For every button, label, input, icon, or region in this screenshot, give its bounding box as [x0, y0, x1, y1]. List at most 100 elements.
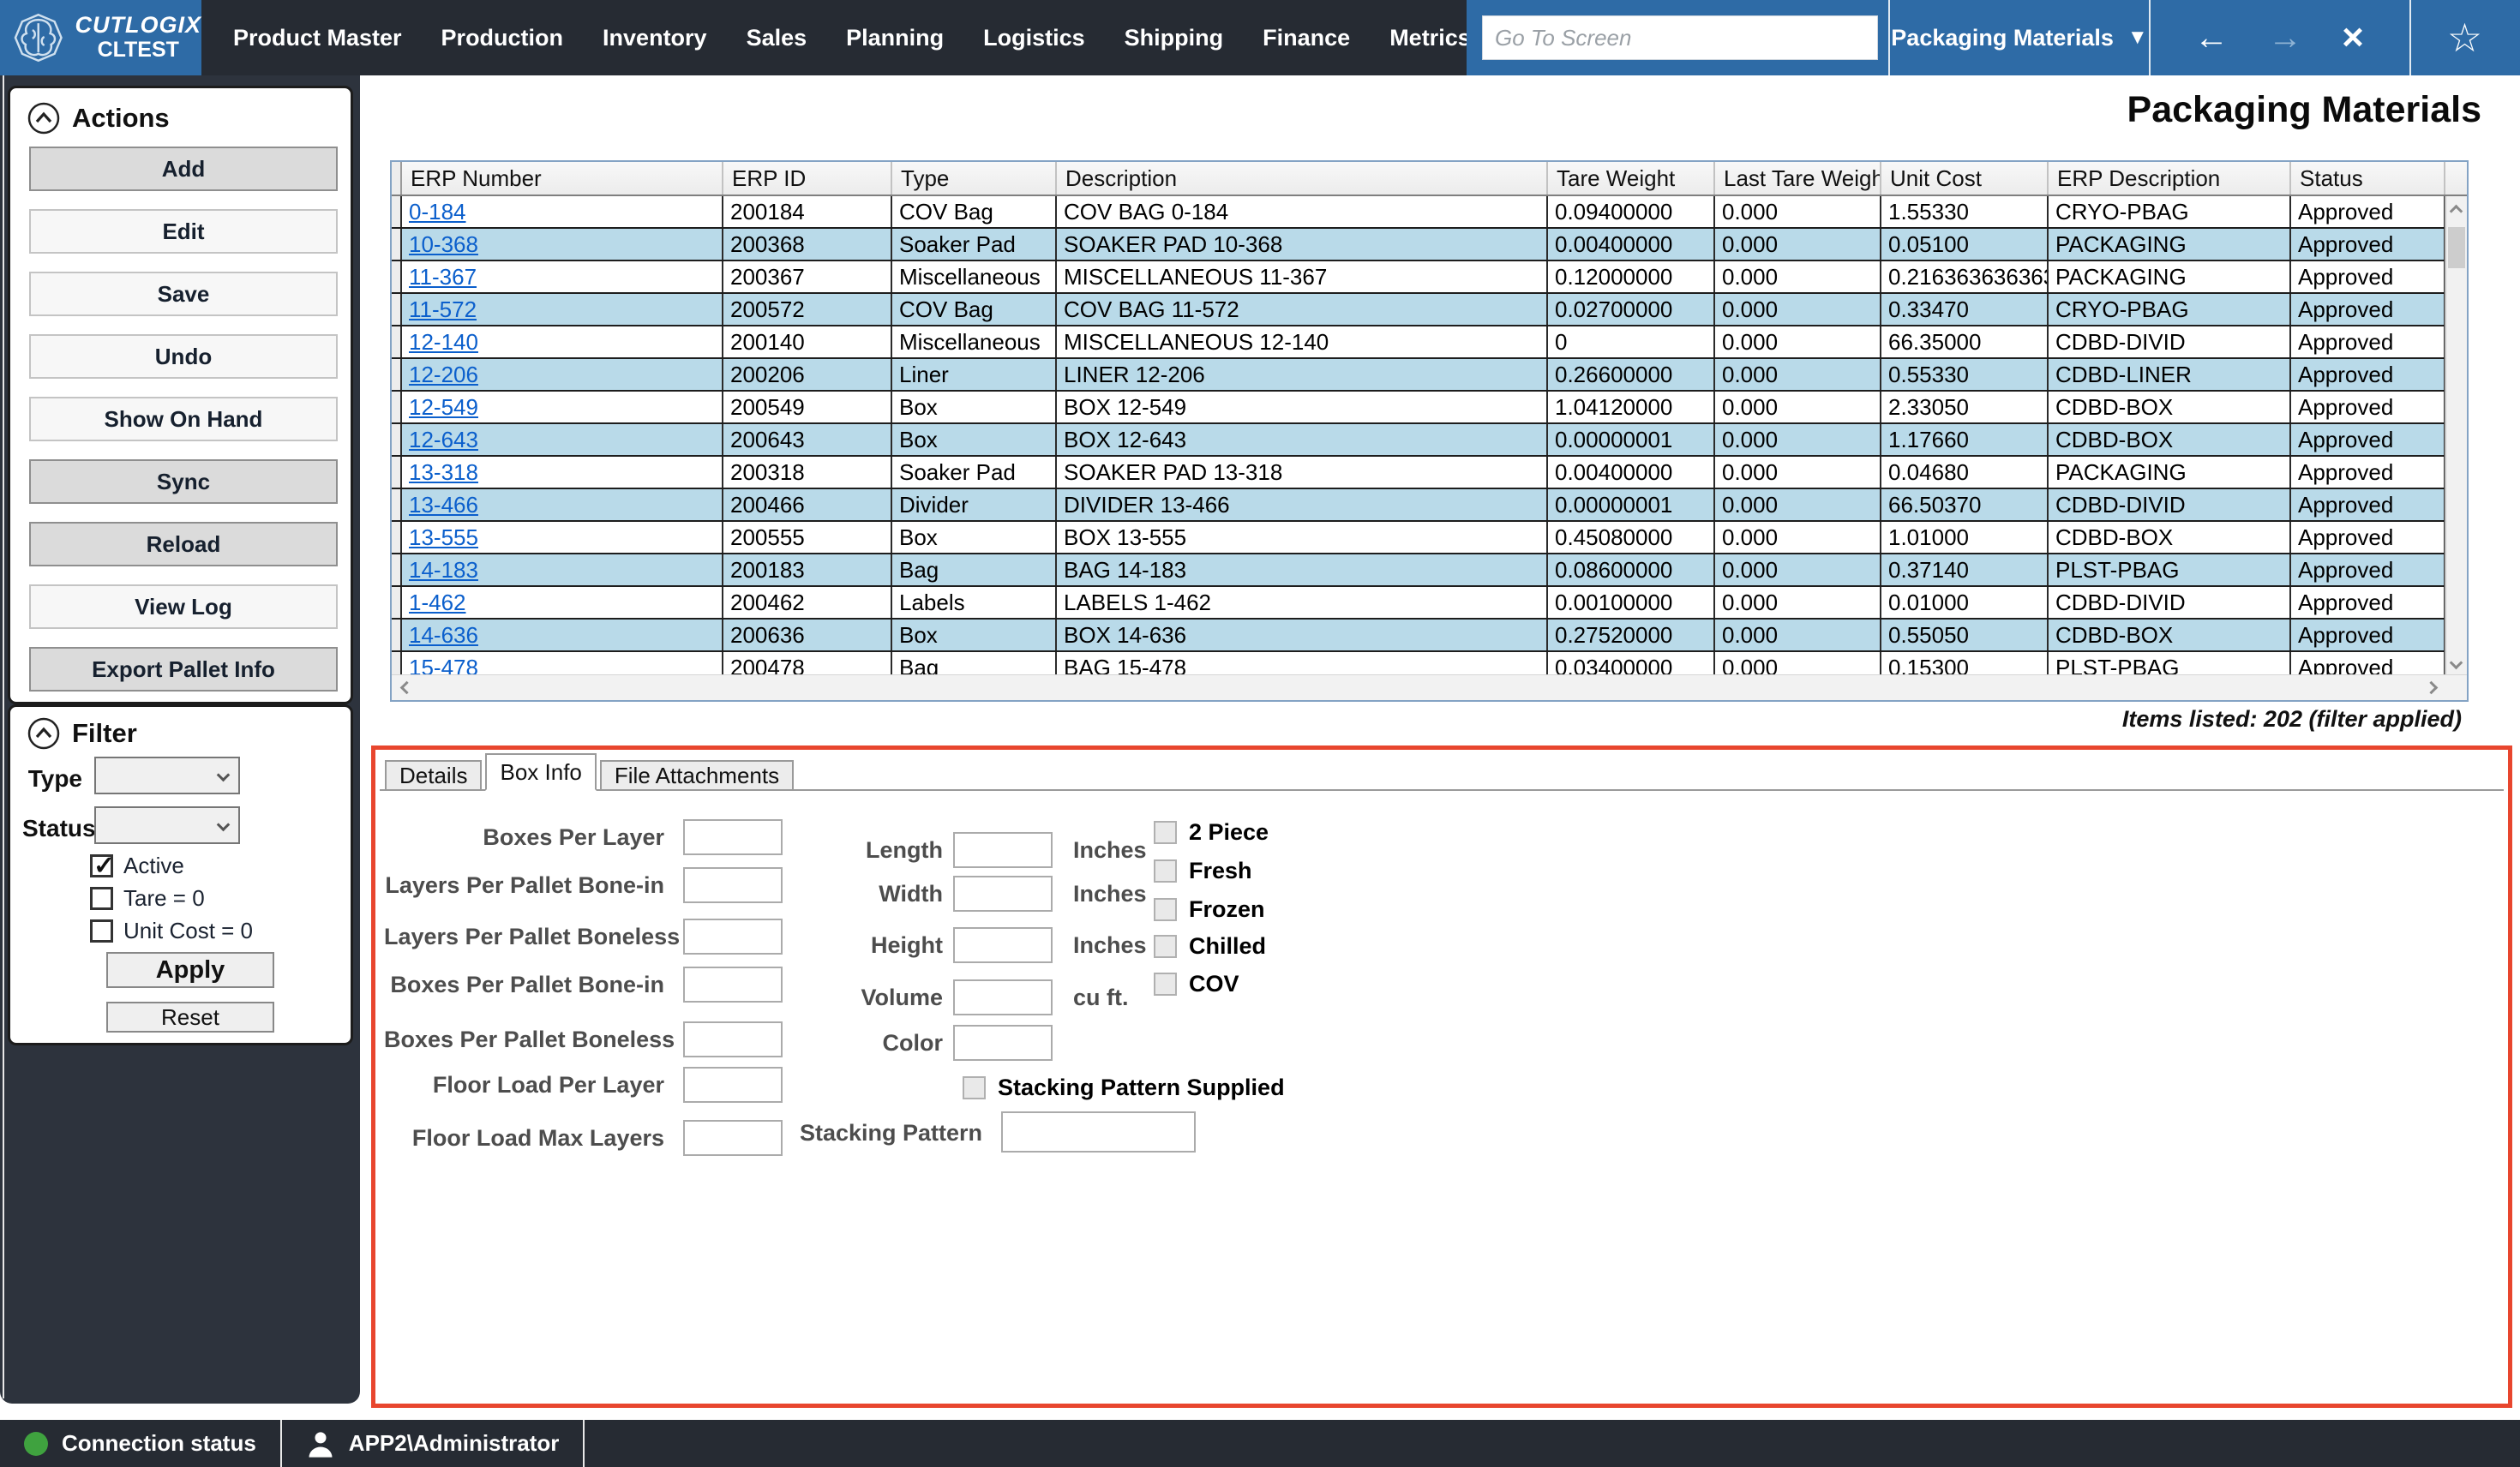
- filter-checkbox-tare-0[interactable]: Tare = 0: [90, 885, 205, 912]
- scroll-down-icon[interactable]: [2450, 656, 2463, 670]
- table-row[interactable]: 12-140200140MiscellaneousMISCELLANEOUS 1…: [392, 326, 2467, 359]
- apply-button[interactable]: Apply: [106, 952, 274, 988]
- erp-number-link[interactable]: 14-636: [409, 622, 478, 649]
- erp-number-link[interactable]: 13-318: [409, 459, 478, 486]
- tab-details[interactable]: Details: [385, 760, 482, 789]
- frozen-checkbox[interactable]: Frozen: [1154, 896, 1265, 923]
- erp-number-link[interactable]: 0-184: [409, 199, 466, 225]
- scroll-up-icon[interactable]: [2450, 205, 2463, 219]
- erp-number-link[interactable]: 1-462: [409, 590, 466, 616]
- column-header-tare-weight[interactable]: Tare Weight: [1548, 162, 1715, 195]
- 2-piece-checkbox[interactable]: 2 Piece: [1154, 819, 1269, 846]
- table-row[interactable]: 12-643200643BoxBOX 12-6430.000000010.000…: [392, 424, 2467, 457]
- volume-input[interactable]: [953, 979, 1053, 1015]
- filter-type-select[interactable]: [94, 757, 240, 794]
- checkbox-icon: [1154, 859, 1177, 883]
- chilled-checkbox[interactable]: Chilled: [1154, 933, 1266, 960]
- column-header-last-tare-weight[interactable]: Last Tare Weight: [1715, 162, 1881, 195]
- scroll-right-icon[interactable]: [2425, 681, 2439, 695]
- column-header-unit-cost[interactable]: Unit Cost: [1881, 162, 2049, 195]
- scrollbar-thumb[interactable]: [2448, 227, 2465, 268]
- height-input[interactable]: [953, 927, 1053, 963]
- boxes-per-layer-input[interactable]: [683, 819, 783, 855]
- goto-screen-input[interactable]: [1482, 15, 1878, 60]
- horizontal-scrollbar[interactable]: [392, 674, 2467, 700]
- column-header-description[interactable]: Description: [1057, 162, 1548, 195]
- table-row[interactable]: 14-636200636BoxBOX 14-6360.275200000.000…: [392, 620, 2467, 652]
- show-on-hand-button[interactable]: Show On Hand: [29, 397, 338, 441]
- undo-button[interactable]: Undo: [29, 334, 338, 379]
- fresh-checkbox[interactable]: Fresh: [1154, 858, 1252, 884]
- length-input[interactable]: [953, 832, 1053, 868]
- export-pallet-info-button[interactable]: Export Pallet Info: [29, 647, 338, 692]
- tab-file-attachments[interactable]: File Attachments: [600, 760, 794, 789]
- column-header-erp-description[interactable]: ERP Description: [2049, 162, 2291, 195]
- layers-per-pallet-bone-in-input[interactable]: [683, 867, 783, 903]
- reset-button[interactable]: Reset: [106, 1002, 274, 1033]
- user-name: APP2\Administrator: [349, 1430, 560, 1457]
- table-row[interactable]: 13-466200466DividerDIVIDER 13-4660.00000…: [392, 489, 2467, 522]
- menu-item-inventory[interactable]: Inventory: [583, 0, 727, 75]
- filter-status-select[interactable]: [94, 806, 240, 844]
- reload-button[interactable]: Reload: [29, 522, 338, 566]
- erp-number-link[interactable]: 12-643: [409, 427, 478, 453]
- column-header-erp-number[interactable]: ERP Number: [402, 162, 723, 195]
- color-input[interactable]: [953, 1025, 1053, 1061]
- width-label: Width: [814, 876, 943, 912]
- layers-per-pallet-boneless-input[interactable]: [683, 919, 783, 955]
- floor-load-per-layer-input[interactable]: [683, 1067, 783, 1103]
- menu-item-sales[interactable]: Sales: [727, 0, 827, 75]
- menu-item-product-master[interactable]: Product Master: [213, 0, 422, 75]
- collapse-chevron-icon[interactable]: [26, 716, 62, 751]
- column-header-type[interactable]: Type: [892, 162, 1057, 195]
- menu-item-production[interactable]: Production: [422, 0, 584, 75]
- table-row[interactable]: 12-549200549BoxBOX 12-5491.041200000.000…: [392, 392, 2467, 424]
- table-row[interactable]: 10-368200368Soaker PadSOAKER PAD 10-3680…: [392, 229, 2467, 261]
- erp-number-link[interactable]: 13-466: [409, 492, 478, 518]
- menu-item-logistics[interactable]: Logistics: [963, 0, 1105, 75]
- menu-item-shipping[interactable]: Shipping: [1105, 0, 1243, 75]
- menu-item-finance[interactable]: Finance: [1243, 0, 1370, 75]
- erp-number-link[interactable]: 10-368: [409, 231, 478, 258]
- column-header-erp-id[interactable]: ERP ID: [723, 162, 892, 195]
- collapse-chevron-icon[interactable]: [26, 100, 62, 136]
- erp-number-link[interactable]: 12-140: [409, 329, 478, 356]
- save-button[interactable]: Save: [29, 272, 338, 316]
- table-row[interactable]: 1-462200462LabelsLABELS 1-4620.001000000…: [392, 587, 2467, 620]
- cov-checkbox[interactable]: COV: [1154, 971, 1239, 997]
- add-button[interactable]: Add: [29, 147, 338, 191]
- table-row[interactable]: 11-572200572COV BagCOV BAG 11-5720.02700…: [392, 294, 2467, 326]
- sync-button[interactable]: Sync: [29, 459, 338, 504]
- filter-checkbox-active[interactable]: ✓Active: [90, 853, 184, 879]
- erp-number-link[interactable]: 12-549: [409, 394, 478, 421]
- edit-button[interactable]: Edit: [29, 209, 338, 254]
- table-row[interactable]: 12-206200206LinerLINER 12-2060.266000000…: [392, 359, 2467, 392]
- table-row[interactable]: 13-555200555BoxBOX 13-5550.450800000.000…: [392, 522, 2467, 554]
- width-input[interactable]: [953, 876, 1053, 912]
- erp-number-link[interactable]: 12-206: [409, 362, 478, 388]
- boxes-per-pallet-boneless-input[interactable]: [683, 1021, 783, 1057]
- erp-number-link[interactable]: 13-555: [409, 524, 478, 551]
- erp-number-link[interactable]: 14-183: [409, 557, 478, 584]
- favorite-star-icon[interactable]: ☆: [2447, 15, 2482, 61]
- table-row[interactable]: 14-183200183BagBAG 14-1830.086000000.000…: [392, 554, 2467, 587]
- back-arrow-icon[interactable]: ←: [2194, 21, 2229, 55]
- erp-number-link[interactable]: 11-367: [409, 264, 477, 290]
- view-log-button[interactable]: View Log: [29, 584, 338, 629]
- stacking-pattern-input[interactable]: [1001, 1111, 1196, 1153]
- close-icon[interactable]: ×: [2342, 19, 2364, 57]
- forward-arrow-icon[interactable]: →: [2268, 21, 2302, 55]
- table-row[interactable]: 11-367200367MiscellaneousMISCELLANEOUS 1…: [392, 261, 2467, 294]
- tab-box-info[interactable]: Box Info: [485, 753, 596, 791]
- screen-selector-dropdown[interactable]: Packaging Materials ▼: [1890, 0, 2149, 75]
- scroll-left-icon[interactable]: [400, 681, 414, 695]
- table-row[interactable]: 0-184200184COV BagCOV BAG 0-1840.0940000…: [392, 196, 2467, 229]
- vertical-scrollbar[interactable]: [2445, 196, 2467, 678]
- menu-item-planning[interactable]: Planning: [826, 0, 963, 75]
- erp-number-link[interactable]: 11-572: [409, 296, 477, 323]
- filter-checkbox-unit-cost-0[interactable]: Unit Cost = 0: [90, 918, 253, 944]
- stacking-pattern-supplied-checkbox[interactable]: Stacking Pattern Supplied: [963, 1075, 1285, 1101]
- column-header-status[interactable]: Status: [2291, 162, 2445, 195]
- table-row[interactable]: 13-318200318Soaker PadSOAKER PAD 13-3180…: [392, 457, 2467, 489]
- boxes-per-pallet-bone-in-input[interactable]: [683, 967, 783, 1003]
